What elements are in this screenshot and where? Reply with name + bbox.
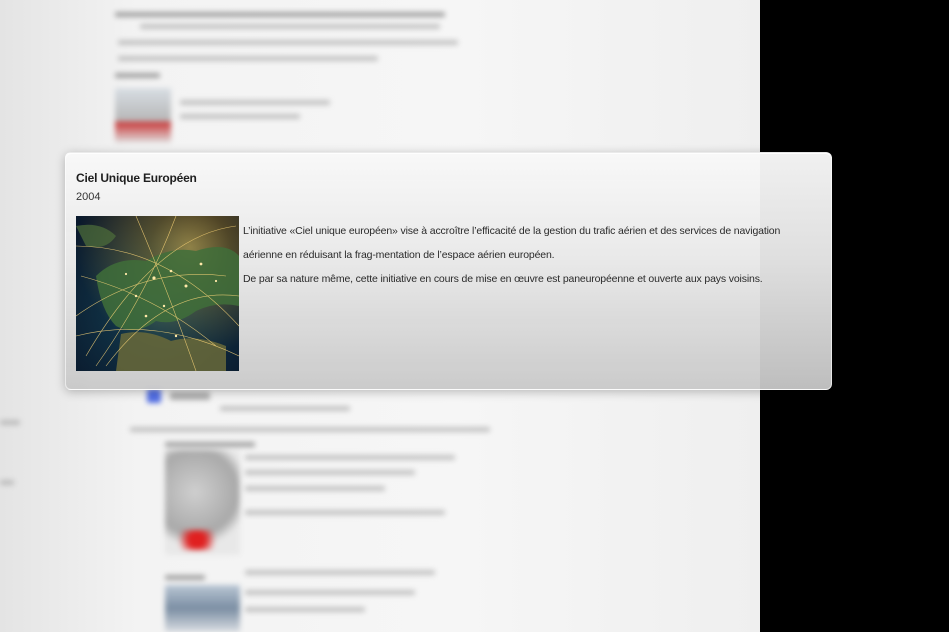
- popover-year: 2004: [76, 191, 101, 203]
- background-text-line: [245, 570, 435, 575]
- background-thumbnail: [147, 389, 161, 403]
- background-text-line: [130, 427, 490, 432]
- background-text-line: [118, 40, 458, 45]
- background-text-line: [245, 470, 415, 475]
- background-text-line: [170, 392, 210, 400]
- background-thumbnail: [165, 585, 240, 632]
- europe-night-map-image: [76, 216, 239, 371]
- background-text-line: [245, 486, 385, 491]
- info-popover[interactable]: Ciel Unique Européen 2004 L’initiative «…: [65, 152, 832, 390]
- background-text-line: [245, 607, 365, 612]
- background-text-line: [115, 73, 160, 78]
- background-text-line: [115, 12, 445, 17]
- background-text-line: [0, 480, 14, 485]
- background-text-line: [165, 575, 205, 580]
- background-text-line: [118, 56, 378, 61]
- background-text-line: [180, 100, 330, 105]
- background-text-line: [245, 510, 445, 515]
- background-text-line: [140, 24, 440, 29]
- popover-paragraph: De par sa nature même, cette initiative …: [243, 273, 763, 285]
- popover-paragraph: L’initiative «Ciel unique européen» vise…: [243, 225, 781, 261]
- background-text-line: [0, 420, 20, 425]
- background-text-line: [165, 442, 255, 447]
- popover-title: Ciel Unique Européen: [76, 171, 197, 185]
- background-text-line: [220, 406, 350, 411]
- europe-night-map-icon: [76, 216, 239, 371]
- background-text-line: [245, 590, 415, 595]
- background-text-line: [245, 455, 455, 460]
- popover-description: L’initiative «Ciel unique européen» vise…: [243, 219, 818, 291]
- background-text-line: [180, 114, 300, 119]
- background-thumbnail: [115, 88, 171, 143]
- background-red-mark: [172, 530, 222, 550]
